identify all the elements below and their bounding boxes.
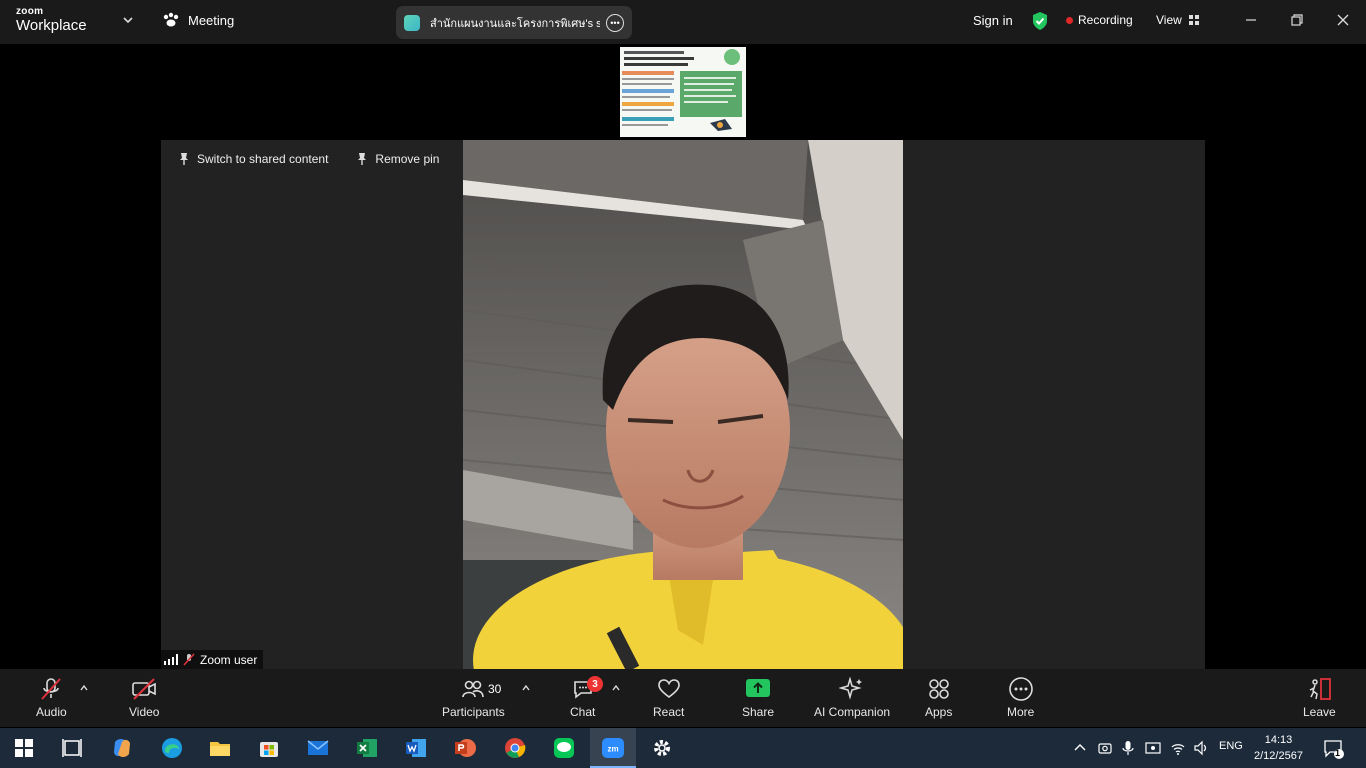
close-icon[interactable] <box>1335 12 1351 28</box>
share-status-icon <box>404 14 420 31</box>
notification-count: 1 <box>1335 748 1341 758</box>
shield-check-icon[interactable] <box>1031 11 1049 31</box>
heart-icon <box>657 679 680 699</box>
chat-unread-badge: 3 <box>587 676 603 692</box>
apps-icon <box>928 679 949 699</box>
copilot-icon[interactable] <box>110 736 134 760</box>
line-app-icon[interactable] <box>552 736 576 760</box>
muted-microphone-icon <box>41 678 62 700</box>
view-button[interactable]: View <box>1156 13 1200 27</box>
tray-chevron-up-icon[interactable] <box>1072 740 1088 756</box>
wifi-icon[interactable] <box>1170 740 1186 756</box>
video-button[interactable]: Video <box>129 677 159 719</box>
view-label: View <box>1156 13 1182 27</box>
share-label: Share <box>742 705 775 719</box>
participants-icon <box>462 680 485 698</box>
shared-content-thumbnail[interactable] <box>603 45 763 137</box>
signal-strength-icon <box>164 654 178 665</box>
react-label: React <box>653 705 685 719</box>
remove-pin-button[interactable]: Remove pin <box>356 152 439 166</box>
clock-time: 14:13 <box>1264 734 1293 746</box>
language-indicator[interactable]: ENG <box>1219 740 1243 752</box>
powerpoint-icon[interactable] <box>453 736 477 760</box>
logo-zoom-text: zoom <box>16 6 44 17</box>
system-clock[interactable]: 14:13 2/12/2567 <box>1254 732 1303 764</box>
audio-button[interactable]: Audio <box>36 677 67 719</box>
sparkle-icon <box>839 677 863 700</box>
title-bar: zoom Workplace Meeting สำนักแผนงานและโคร… <box>0 0 1366 44</box>
switch-label: Switch to shared content <box>197 152 329 166</box>
more-dots-icon <box>1008 677 1033 701</box>
sign-in-button[interactable]: Sign in <box>973 13 1013 28</box>
participants-label: Participants <box>442 705 505 719</box>
settings-gear-icon[interactable] <box>650 736 674 760</box>
meeting-toolbar: Audio Video Participants Chat React Shar… <box>0 669 1366 727</box>
muted-mic-icon <box>183 653 195 666</box>
audio-options-caret-icon[interactable] <box>79 683 89 693</box>
logo-workplace-text: Workplace <box>16 17 87 34</box>
location-tray-icon[interactable] <box>1145 740 1161 756</box>
share-title: สำนักแผนงานและโครงการพิเศษ's scre <box>430 17 600 30</box>
participant-name: Zoom user <box>200 652 258 667</box>
more-button[interactable]: More <box>1007 677 1034 719</box>
microphone-tray-icon[interactable] <box>1120 740 1136 756</box>
leave-door-icon <box>1310 678 1332 700</box>
recording-indicator[interactable]: Recording <box>1066 13 1133 27</box>
word-icon[interactable] <box>404 736 428 760</box>
pin-icon <box>358 153 367 165</box>
more-label: More <box>1007 705 1035 719</box>
zoom-workplace-logo[interactable]: zoom Workplace <box>16 6 87 34</box>
ai-companion-label: AI Companion <box>814 705 891 719</box>
more-options-icon[interactable]: ••• <box>606 13 624 32</box>
chrome-icon[interactable] <box>503 736 527 760</box>
video-off-icon <box>132 678 157 700</box>
video-label: Video <box>129 705 160 719</box>
edge-browser-icon[interactable] <box>160 736 184 760</box>
participant-name-tag: Zoom user <box>161 650 264 669</box>
volume-icon[interactable] <box>1193 740 1209 756</box>
apps-label: Apps <box>925 705 953 719</box>
participant-video-frame <box>463 140 903 669</box>
svg-text:zm: zm <box>607 745 618 754</box>
clock-date: 2/12/2567 <box>1254 750 1303 762</box>
windows-start-icon[interactable] <box>12 736 36 760</box>
meeting-menu[interactable]: Meeting <box>162 12 234 28</box>
zoom-app-icon[interactable]: zm <box>601 736 625 760</box>
react-button[interactable]: React <box>653 677 684 719</box>
shared-screen-pill[interactable]: สำนักแผนงานและโครงการพิเศษ's scre ••• <box>396 6 632 39</box>
pin-controls: Switch to shared content Remove pin <box>178 152 439 166</box>
minimize-icon[interactable] <box>1243 12 1259 28</box>
shared-document-preview <box>620 47 746 137</box>
pin-icon <box>180 153 188 165</box>
restore-icon[interactable] <box>1289 12 1305 28</box>
leave-label: Leave <box>1303 705 1336 719</box>
paw-icon <box>163 12 179 27</box>
chevron-down-icon[interactable] <box>122 14 134 26</box>
share-button[interactable]: Share <box>742 677 774 719</box>
leave-button[interactable]: Leave <box>1303 677 1336 719</box>
grid-icon <box>1188 15 1199 25</box>
apps-button[interactable]: Apps <box>925 677 952 719</box>
meeting-label: Meeting <box>188 12 235 28</box>
audio-label: Audio <box>36 705 67 719</box>
remove-pin-label: Remove pin <box>375 152 440 166</box>
task-view-icon[interactable] <box>60 736 84 760</box>
participants-options-caret-icon[interactable] <box>521 683 531 693</box>
file-explorer-icon[interactable] <box>208 736 232 760</box>
camera-tray-icon[interactable] <box>1097 740 1113 756</box>
notification-center-icon[interactable] <box>1323 738 1345 760</box>
recording-label: Recording <box>1078 13 1133 27</box>
participant-video[interactable] <box>463 140 903 669</box>
chat-options-caret-icon[interactable] <box>611 683 621 693</box>
windows-taskbar <box>0 728 1366 768</box>
ai-companion-button[interactable]: AI Companion <box>814 677 890 719</box>
microsoft-store-icon[interactable] <box>257 736 281 760</box>
chat-label: Chat <box>570 705 596 719</box>
switch-to-shared-button[interactable]: Switch to shared content <box>178 152 328 166</box>
recording-dot-icon <box>1066 16 1073 24</box>
participants-count: 30 <box>488 682 502 696</box>
mail-icon[interactable] <box>306 736 330 760</box>
share-screen-icon <box>746 679 771 697</box>
excel-icon[interactable] <box>355 736 379 760</box>
